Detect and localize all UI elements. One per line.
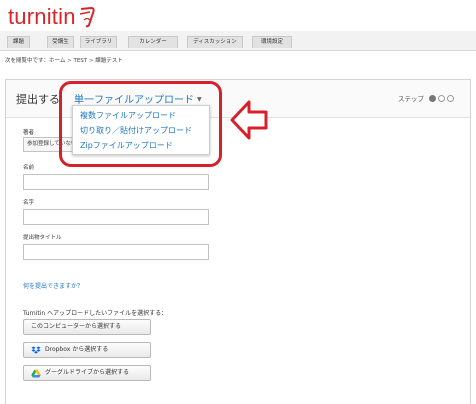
tab-calendar[interactable]: カレンダー [128,36,178,48]
choose-from-computer-label: このコンピューターから選択する [31,323,122,330]
what-can-submit-link[interactable]: 何を提出できますか？ [23,281,83,290]
step-dot-3 [447,94,454,102]
tab-students[interactable]: 受講生 [47,36,74,48]
choose-from-google-drive-label: グーグルドライブから選択する [45,369,130,376]
tab-assignments[interactable]: 課題 [7,36,30,48]
choose-from-google-drive-button[interactable]: グーグルドライブから選択する [23,365,151,381]
breadcrumb-assignment: 課題テスト [95,58,123,64]
step-label: ステップ [398,95,424,103]
tab-discussion[interactable]: ディスカッション [187,36,243,48]
turnitin-logo[interactable]: turnitin [8,4,98,30]
top-nav-bar: 課題 受講生 ライブラリ カレンダー ディスカッション 環境設定 [0,31,476,51]
step-dot-1 [429,94,436,102]
choose-from-computer-button[interactable]: このコンピューターから選択する [23,319,151,335]
breadcrumb-home[interactable]: ホーム [49,58,65,64]
first-name-field[interactable] [23,174,209,190]
last-name-field[interactable] [23,209,209,225]
breadcrumb-separator: > [88,58,94,64]
choose-from-dropbox-button[interactable]: Dropbox から選択する [23,342,151,358]
pointer-arrow-icon [230,100,268,140]
last-name-label: 名字 [23,200,35,206]
page-title: 提出する [16,93,60,106]
dropbox-icon [31,346,41,355]
tab-library[interactable]: ライブラリ [80,36,117,48]
google-drive-icon [31,369,41,378]
breadcrumb-class[interactable]: TEST [73,58,87,64]
choose-file-label: Turnitin へアップロードしたいファイルを選択する： [23,310,168,317]
step-dot-2 [438,94,445,102]
step-indicator: ステップ [398,93,454,103]
breadcrumb: 次を閲覧中です：ホーム > TEST > 課題テスト [5,56,123,64]
submission-title-field[interactable] [23,244,209,260]
tab-preferences[interactable]: 環境設定 [252,36,292,48]
choose-from-dropbox-label: Dropbox から選択する [45,346,109,353]
highlight-outline [59,81,222,167]
submission-title-label: 提出物タイトル [23,235,62,241]
breadcrumb-prefix: 次を閲覧中です： [5,58,50,64]
first-name-label: 名前 [23,165,35,171]
author-label: 著者 [23,130,35,136]
breadcrumb-separator: > [67,58,72,64]
turnitin-logo-icon [79,6,95,28]
logo-text: turnitin [8,4,76,29]
